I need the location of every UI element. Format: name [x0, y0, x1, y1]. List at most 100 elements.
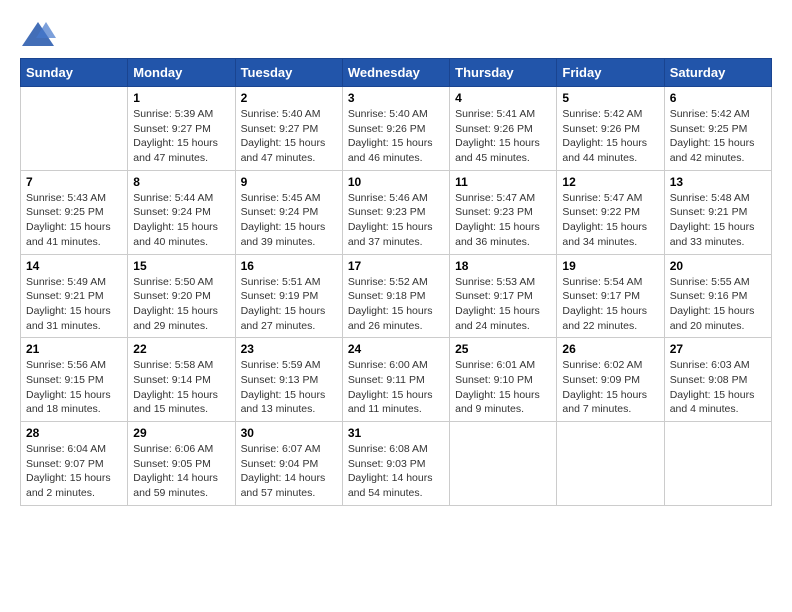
weekday-header: Tuesday — [235, 59, 342, 87]
day-info: Sunrise: 5:42 AMSunset: 9:26 PMDaylight:… — [562, 107, 658, 166]
calendar-cell: 25 Sunrise: 6:01 AMSunset: 9:10 PMDayligh… — [450, 338, 557, 422]
calendar-table: SundayMondayTuesdayWednesdayThursdayFrid… — [20, 58, 772, 506]
day-info: Sunrise: 5:40 AMSunset: 9:26 PMDaylight:… — [348, 107, 444, 166]
calendar-cell: 27 Sunrise: 6:03 AMSunset: 9:08 PMDayligh… — [664, 338, 771, 422]
calendar-cell: 14Sunrise: 5:49 AMSunset: 9:21 PMDayligh… — [21, 254, 128, 338]
day-number: 15 — [133, 259, 229, 273]
calendar-cell: 28 Sunrise: 6:04 AMSunset: 9:07 PMDayligh… — [21, 422, 128, 506]
calendar-cell: 22 Sunrise: 5:58 AMSunset: 9:14 PMDayligh… — [128, 338, 235, 422]
day-info: Sunrise: 5:43 AMSunset: 9:25 PMDaylight:… — [26, 191, 122, 250]
day-info: Sunrise: 5:44 AMSunset: 9:24 PMDaylight:… — [133, 191, 229, 250]
day-number: 29 — [133, 426, 229, 440]
calendar-cell: 29 Sunrise: 6:06 AMSunset: 9:05 PMDayligh… — [128, 422, 235, 506]
calendar-week-row: 28 Sunrise: 6:04 AMSunset: 9:07 PMDayligh… — [21, 422, 772, 506]
calendar-cell — [664, 422, 771, 506]
calendar-header-row: SundayMondayTuesdayWednesdayThursdayFrid… — [21, 59, 772, 87]
day-info: Sunrise: 5:56 AMSunset: 9:15 PMDaylight:… — [26, 358, 122, 417]
calendar-cell: 6 Sunrise: 5:42 AMSunset: 9:25 PMDaylight… — [664, 87, 771, 171]
logo-icon — [20, 20, 56, 48]
calendar-cell: 5 Sunrise: 5:42 AMSunset: 9:26 PMDaylight… — [557, 87, 664, 171]
calendar-cell: 16Sunrise: 5:51 AMSunset: 9:19 PMDayligh… — [235, 254, 342, 338]
day-info: Sunrise: 6:00 AMSunset: 9:11 PMDaylight:… — [348, 358, 444, 417]
day-number: 21 — [26, 342, 122, 356]
calendar-week-row: 21 Sunrise: 5:56 AMSunset: 9:15 PMDayligh… — [21, 338, 772, 422]
calendar-week-row: 14Sunrise: 5:49 AMSunset: 9:21 PMDayligh… — [21, 254, 772, 338]
day-info: Sunrise: 5:47 AMSunset: 9:23 PMDaylight:… — [455, 191, 551, 250]
calendar-cell: 10 Sunrise: 5:46 AMSunset: 9:23 PMDayligh… — [342, 170, 449, 254]
calendar-cell: 20 Sunrise: 5:55 AMSunset: 9:16 PMDayligh… — [664, 254, 771, 338]
calendar-cell: 24 Sunrise: 6:00 AMSunset: 9:11 PMDayligh… — [342, 338, 449, 422]
day-number: 2 — [241, 91, 337, 105]
calendar-cell: 3 Sunrise: 5:40 AMSunset: 9:26 PMDaylight… — [342, 87, 449, 171]
day-info: Sunrise: 6:04 AMSunset: 9:07 PMDaylight:… — [26, 442, 122, 501]
day-info: Sunrise: 5:42 AMSunset: 9:25 PMDaylight:… — [670, 107, 766, 166]
day-number: 13 — [670, 175, 766, 189]
day-number: 27 — [670, 342, 766, 356]
day-info: Sunrise: 5:48 AMSunset: 9:21 PMDaylight:… — [670, 191, 766, 250]
day-number: 26 — [562, 342, 658, 356]
day-info: Sunrise: 6:03 AMSunset: 9:08 PMDaylight:… — [670, 358, 766, 417]
calendar-cell — [21, 87, 128, 171]
calendar-cell: 8 Sunrise: 5:44 AMSunset: 9:24 PMDaylight… — [128, 170, 235, 254]
weekday-header: Friday — [557, 59, 664, 87]
calendar-cell: 18 Sunrise: 5:53 AMSunset: 9:17 PMDayligh… — [450, 254, 557, 338]
day-info: Sunrise: 5:50 AMSunset: 9:20 PMDaylight:… — [133, 275, 229, 334]
calendar-cell: 31Sunrise: 6:08 AMSunset: 9:03 PMDayligh… — [342, 422, 449, 506]
day-info: Sunrise: 5:46 AMSunset: 9:23 PMDaylight:… — [348, 191, 444, 250]
day-info: Sunrise: 6:06 AMSunset: 9:05 PMDaylight:… — [133, 442, 229, 501]
calendar-cell — [450, 422, 557, 506]
weekday-header: Monday — [128, 59, 235, 87]
day-info: Sunrise: 6:02 AMSunset: 9:09 PMDaylight:… — [562, 358, 658, 417]
day-number: 30 — [241, 426, 337, 440]
calendar-cell: 21 Sunrise: 5:56 AMSunset: 9:15 PMDayligh… — [21, 338, 128, 422]
calendar-cell: 11Sunrise: 5:47 AMSunset: 9:23 PMDayligh… — [450, 170, 557, 254]
day-number: 28 — [26, 426, 122, 440]
day-number: 22 — [133, 342, 229, 356]
day-number: 16 — [241, 259, 337, 273]
day-info: Sunrise: 5:41 AMSunset: 9:26 PMDaylight:… — [455, 107, 551, 166]
weekday-header: Wednesday — [342, 59, 449, 87]
day-info: Sunrise: 5:40 AMSunset: 9:27 PMDaylight:… — [241, 107, 337, 166]
day-number: 20 — [670, 259, 766, 273]
calendar-week-row: 7 Sunrise: 5:43 AMSunset: 9:25 PMDaylight… — [21, 170, 772, 254]
day-number: 4 — [455, 91, 551, 105]
calendar-cell: 9Sunrise: 5:45 AMSunset: 9:24 PMDaylight… — [235, 170, 342, 254]
calendar-cell: 7 Sunrise: 5:43 AMSunset: 9:25 PMDaylight… — [21, 170, 128, 254]
day-number: 8 — [133, 175, 229, 189]
day-number: 19 — [562, 259, 658, 273]
day-number: 18 — [455, 259, 551, 273]
calendar-cell: 26 Sunrise: 6:02 AMSunset: 9:09 PMDayligh… — [557, 338, 664, 422]
logo — [20, 20, 60, 48]
day-number: 7 — [26, 175, 122, 189]
day-number: 9 — [241, 175, 337, 189]
day-number: 12 — [562, 175, 658, 189]
day-number: 6 — [670, 91, 766, 105]
calendar-cell — [557, 422, 664, 506]
weekday-header: Sunday — [21, 59, 128, 87]
day-info: Sunrise: 5:58 AMSunset: 9:14 PMDaylight:… — [133, 358, 229, 417]
calendar-cell: 15 Sunrise: 5:50 AMSunset: 9:20 PMDayligh… — [128, 254, 235, 338]
day-info: Sunrise: 5:53 AMSunset: 9:17 PMDaylight:… — [455, 275, 551, 334]
weekday-header: Saturday — [664, 59, 771, 87]
calendar-week-row: 1 Sunrise: 5:39 AMSunset: 9:27 PMDaylight… — [21, 87, 772, 171]
calendar-cell: 30 Sunrise: 6:07 AMSunset: 9:04 PMDayligh… — [235, 422, 342, 506]
day-number: 1 — [133, 91, 229, 105]
day-number: 10 — [348, 175, 444, 189]
day-number: 5 — [562, 91, 658, 105]
day-info: Sunrise: 5:55 AMSunset: 9:16 PMDaylight:… — [670, 275, 766, 334]
weekday-header: Thursday — [450, 59, 557, 87]
calendar-cell: 4 Sunrise: 5:41 AMSunset: 9:26 PMDaylight… — [450, 87, 557, 171]
day-number: 24 — [348, 342, 444, 356]
calendar-cell: 2 Sunrise: 5:40 AMSunset: 9:27 PMDaylight… — [235, 87, 342, 171]
calendar-cell: 17Sunrise: 5:52 AMSunset: 9:18 PMDayligh… — [342, 254, 449, 338]
day-info: Sunrise: 5:54 AMSunset: 9:17 PMDaylight:… — [562, 275, 658, 334]
day-number: 25 — [455, 342, 551, 356]
calendar-cell: 19 Sunrise: 5:54 AMSunset: 9:17 PMDayligh… — [557, 254, 664, 338]
day-info: Sunrise: 5:39 AMSunset: 9:27 PMDaylight:… — [133, 107, 229, 166]
day-info: Sunrise: 6:01 AMSunset: 9:10 PMDaylight:… — [455, 358, 551, 417]
day-number: 23 — [241, 342, 337, 356]
day-info: Sunrise: 6:07 AMSunset: 9:04 PMDaylight:… — [241, 442, 337, 501]
day-number: 3 — [348, 91, 444, 105]
day-info: Sunrise: 6:08 AMSunset: 9:03 PMDaylight:… — [348, 442, 444, 501]
day-number: 17 — [348, 259, 444, 273]
